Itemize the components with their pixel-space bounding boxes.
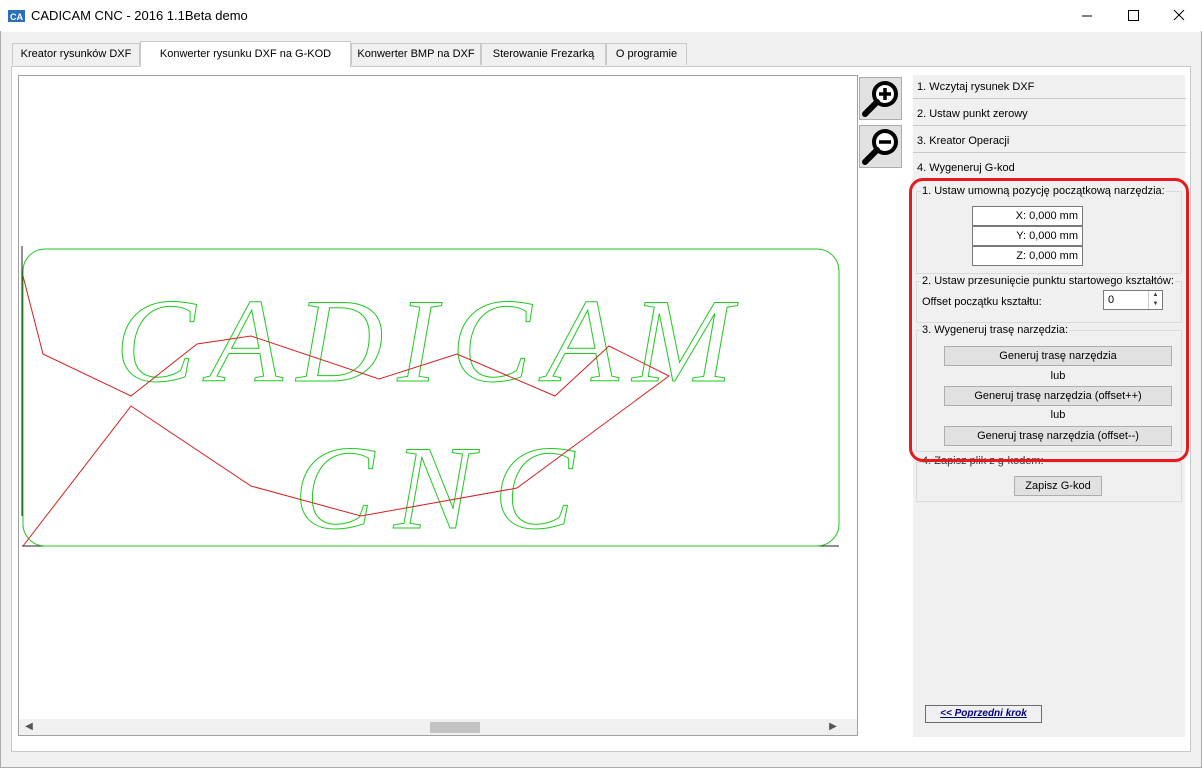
or-label: lub <box>1050 409 1066 421</box>
zoom-in-button[interactable] <box>859 77 902 120</box>
stepper-down-icon[interactable]: ▼ <box>1149 300 1162 309</box>
step-1-load-dxf[interactable]: 1. Wczytaj rysunek DXF <box>913 76 1186 98</box>
offset-stepper[interactable]: 0 ▲ ▼ <box>1103 290 1163 310</box>
zoom-out-icon <box>862 129 898 165</box>
scroll-corner <box>857 719 858 736</box>
step-4-generate-gcode[interactable]: 4. Wygeneruj G-kod <box>913 157 1186 179</box>
generate-toolpath-offset-minus-button[interactable]: Generuj trasę narzędzia (offset--) <box>944 426 1172 446</box>
previous-step-button[interactable]: << Poprzedni krok <box>925 705 1042 723</box>
step-divider <box>913 98 1186 99</box>
tab-sterowanie[interactable]: Sterowanie Frezarką <box>481 43 606 65</box>
vertical-scrollbar[interactable]: ▲ ▼ <box>857 76 858 719</box>
y-coordinate-field[interactable]: Y: 0,000 mm <box>972 226 1083 246</box>
drawing-svg: CADICAM CNC <box>21 246 840 555</box>
drawing-canvas[interactable]: CADICAM CNC ▲ ▼ ◀ ▶ <box>18 75 858 736</box>
maximize-button[interactable] <box>1110 0 1156 32</box>
app-icon: CA <box>8 10 25 22</box>
zoom-out-button[interactable] <box>859 125 902 168</box>
stepper-up-icon[interactable]: ▲ <box>1149 291 1162 300</box>
step-divider <box>913 152 1186 153</box>
offset-start-label: Offset początku kształtu: <box>921 296 1043 308</box>
minimize-button[interactable] <box>1064 0 1110 32</box>
scroll-right-icon[interactable]: ▶ <box>825 721 841 732</box>
tab-konwerter-bmp[interactable]: Konwerter BMP na DXF <box>351 43 481 65</box>
x-coordinate-field[interactable]: X: 0,000 mm <box>972 206 1083 226</box>
stepper-buttons[interactable]: ▲ ▼ <box>1148 291 1162 309</box>
tab-konwerter-dxf-gkod[interactable]: Konwerter rysunku DXF na G-KOD <box>140 41 351 67</box>
tab-o-programie[interactable]: O programie <box>606 43 687 65</box>
toolpath-group-label: 3. Wygeneruj trasę narzędzia: <box>921 324 1070 336</box>
close-button[interactable] <box>1156 0 1202 32</box>
scroll-left-icon[interactable]: ◀ <box>21 721 37 732</box>
start-position-label: 1. Ustaw umowną pozycję początkową narzę… <box>921 185 1166 197</box>
save-gcode-button[interactable]: Zapisz G-kod <box>1014 476 1102 496</box>
step-3-operations[interactable]: 3. Kreator Operacji <box>913 130 1186 152</box>
offset-group-label: 2. Ustaw przesunięcie punktu startowego … <box>921 275 1175 287</box>
window-title: CADICAM CNC - 2016 1.1Beta demo <box>31 8 248 23</box>
zoom-in-icon <box>862 81 898 117</box>
horizontal-scrollbar[interactable]: ◀ ▶ <box>19 719 857 735</box>
step-divider <box>913 125 1186 126</box>
drawing-text-line1: CADICAM <box>115 274 746 407</box>
title-bar: CA CADICAM CNC - 2016 1.1Beta demo <box>0 0 1202 32</box>
step-2-set-zero[interactable]: 2. Ustaw punkt zerowy <box>913 103 1186 125</box>
generate-toolpath-offset-plus-button[interactable]: Generuj trasę narzędzia (offset++) <box>944 386 1172 406</box>
or-label: lub <box>1050 370 1066 382</box>
generate-toolpath-button[interactable]: Generuj trasę narzędzia <box>944 346 1172 366</box>
save-group-label: 4. Zapisz plik z g-kodem: <box>921 455 1045 467</box>
horizontal-scroll-thumb[interactable] <box>430 722 480 733</box>
z-coordinate-field[interactable]: Z: 0,000 mm <box>972 246 1083 266</box>
svg-text:CA: CA <box>10 12 23 22</box>
offset-value: 0 <box>1108 294 1115 306</box>
drawing-text-line2: CNC <box>294 421 594 554</box>
tab-kreator-rysunkow[interactable]: Kreator rysunków DXF <box>12 43 140 65</box>
